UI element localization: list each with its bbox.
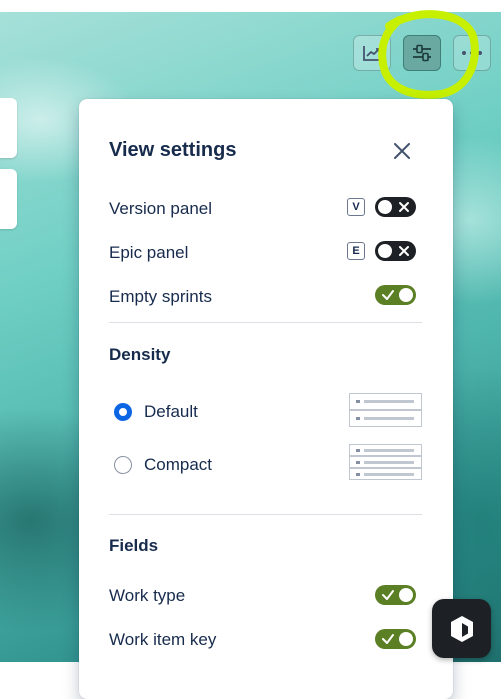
top-strip (0, 0, 501, 12)
work-type-label: Work type (109, 586, 186, 605)
more-button[interactable] (453, 35, 491, 71)
cross-icon (399, 246, 409, 256)
density-default-radio[interactable] (114, 403, 132, 421)
divider (109, 514, 422, 515)
density-default-preview (349, 393, 422, 427)
density-heading: Density (109, 345, 171, 364)
left-card-2[interactable] (0, 169, 17, 229)
toggle-knob (399, 288, 413, 302)
view-settings-button[interactable] (403, 35, 441, 71)
check-icon (382, 290, 394, 300)
toggle-knob (399, 632, 413, 646)
cross-icon (399, 202, 409, 212)
empty-sprints-label: Empty sprints (109, 287, 212, 306)
hexagon-logo-icon (450, 615, 473, 642)
version-panel-label: Version panel (109, 199, 213, 218)
check-icon (382, 634, 394, 644)
floating-app-button[interactable] (432, 599, 491, 658)
insights-button[interactable] (353, 35, 391, 71)
work-item-key-label: Work item key (109, 630, 217, 649)
close-button[interactable] (389, 138, 415, 164)
empty-sprints-toggle[interactable] (375, 285, 416, 305)
epic-panel-label: Epic panel (109, 243, 189, 262)
density-compact-radio[interactable] (114, 456, 132, 474)
check-icon (382, 590, 394, 600)
work-item-key-toggle[interactable] (375, 629, 416, 649)
divider (109, 322, 422, 323)
panel-title: View settings (109, 139, 237, 161)
fields-heading: Fields (109, 536, 159, 555)
density-compact-label[interactable]: Compact (144, 455, 212, 475)
chart-line-icon (363, 46, 380, 61)
work-type-toggle[interactable] (375, 585, 416, 605)
left-card-1[interactable] (0, 98, 17, 158)
epic-panel-toggle[interactable] (375, 241, 416, 261)
density-default-label[interactable]: Default (144, 402, 198, 422)
density-compact-preview (349, 444, 422, 480)
close-icon (394, 143, 410, 159)
toggle-knob (399, 588, 413, 602)
view-settings-icon (413, 44, 431, 62)
view-settings-panel: View settings Version panel V Epic panel… (79, 99, 453, 699)
toggle-knob (378, 200, 392, 214)
more-horizontal-icon (462, 51, 482, 55)
version-panel-toggle[interactable] (375, 197, 416, 217)
toggle-knob (378, 244, 392, 258)
epic-panel-shortcut: E (347, 242, 365, 260)
version-panel-shortcut: V (347, 198, 365, 216)
